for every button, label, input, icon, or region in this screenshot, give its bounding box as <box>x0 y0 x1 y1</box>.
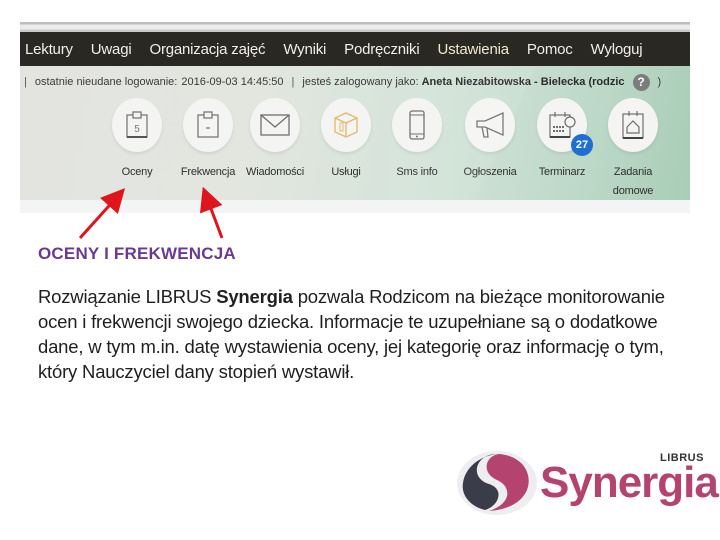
synergia-wordmark: Synergia <box>540 458 719 507</box>
grades-clipboard-icon: 5 <box>126 111 148 138</box>
last-failed-login-value: 2016-09-03 14:45:50 <box>181 76 284 88</box>
tile-oceny[interactable]: 5 Oceny <box>102 98 172 182</box>
tile-label: Terminarz <box>538 166 586 178</box>
separator: | <box>24 76 27 88</box>
tile-label: Sms info <box>396 166 438 178</box>
nav-podreczniki[interactable]: Podręczniki <box>344 41 420 58</box>
phone-icon <box>409 110 425 140</box>
help-icon[interactable]: ? <box>632 73 650 91</box>
tile-wiadomosci[interactable]: Wiadomości <box>240 98 310 182</box>
homework-icon <box>622 111 644 139</box>
svg-text:5: 5 <box>134 124 140 135</box>
terminarz-count-badge: 27 <box>571 134 593 156</box>
last-failed-login-label: ostatnie nieudane logowanie: <box>34 76 178 88</box>
description-paragraph: Rozwiązanie LIBRUS Synergia pozwala Rodz… <box>38 284 698 384</box>
tile-uslugi[interactable]: Usługi <box>311 98 381 182</box>
browser-top-strip <box>20 22 690 32</box>
nav-uwagi[interactable]: Uwagi <box>91 41 132 58</box>
tile-label: Usługi <box>331 166 361 178</box>
calendar-icon <box>549 112 576 138</box>
main-nav: Lektury Uwagi Organizacja zajęć Wyniki P… <box>20 32 690 66</box>
module-tiles: 5 Oceny Frekwencja Wiadomości Usługi Sms… <box>102 98 690 198</box>
synergia-swirl-icon <box>457 451 537 515</box>
login-info-bar: | ostatnie nieudane logowanie: 2016-09-0… <box>20 72 690 92</box>
tile-label: Oceny <box>121 166 153 178</box>
tile-circle <box>392 98 442 152</box>
tile-label: Wiadomości <box>246 166 304 178</box>
nav-lektury[interactable]: Lektury <box>25 41 73 58</box>
nav-wyloguj[interactable]: Wyloguj <box>591 41 643 58</box>
user-name: Aneta Niezabitowska - Bielecka (rodzic <box>421 76 625 88</box>
tile-label: Zadania domowe <box>598 163 668 201</box>
attendance-clipboard-icon <box>197 111 219 138</box>
tile-circle <box>321 98 371 152</box>
envelope-icon <box>260 114 290 136</box>
nav-ustawienia[interactable]: Ustawienia <box>438 41 510 58</box>
nav-wyniki[interactable]: Wyniki <box>283 41 326 58</box>
tile-sms-info[interactable]: Sms info <box>382 98 452 182</box>
tile-circle <box>465 98 515 152</box>
separator: | <box>291 76 295 88</box>
tile-label-line2: domowe <box>612 185 654 197</box>
tile-frekwencja[interactable]: Frekwencja <box>173 98 243 182</box>
tile-label-line1: Zadania <box>613 166 653 178</box>
box-icon <box>334 112 358 138</box>
tile-ogloszenia[interactable]: Ogłoszenia <box>455 98 525 182</box>
tile-circle: 5 <box>112 98 162 152</box>
tile-label: Ogłoszenia <box>463 166 517 178</box>
tile-circle <box>250 98 300 152</box>
paragraph-bold: Synergia <box>216 286 293 307</box>
nav-organizacja-zajec[interactable]: Organizacja zajęć <box>149 41 265 58</box>
librus-synergia-logo: LIBRUS Synergia <box>455 448 719 518</box>
logged-in-label: jesteś zalogowany jako: <box>302 76 419 88</box>
nav-pomoc[interactable]: Pomoc <box>527 41 573 58</box>
tile-label: Frekwencja <box>180 166 236 178</box>
dashboard-panel: | ostatnie nieudane logowanie: 2016-09-0… <box>20 66 690 200</box>
paragraph-text: Rozwiązanie LIBRUS <box>38 286 217 307</box>
screenshot-region: Lektury Uwagi Organizacja zajęć Wyniki P… <box>20 22 690 213</box>
tile-circle <box>183 98 233 152</box>
tile-zadania-domowe[interactable]: Zadania domowe <box>598 98 668 201</box>
tile-circle: 27 <box>537 98 593 156</box>
megaphone-icon <box>476 111 504 138</box>
tile-circle <box>608 98 658 152</box>
tile-terminarz[interactable]: 27 Terminarz <box>527 98 597 182</box>
closing-paren: ) <box>657 76 662 88</box>
panel-bottom-strip <box>20 200 690 213</box>
section-heading: OCENY I FREKWENCJA <box>38 244 236 263</box>
